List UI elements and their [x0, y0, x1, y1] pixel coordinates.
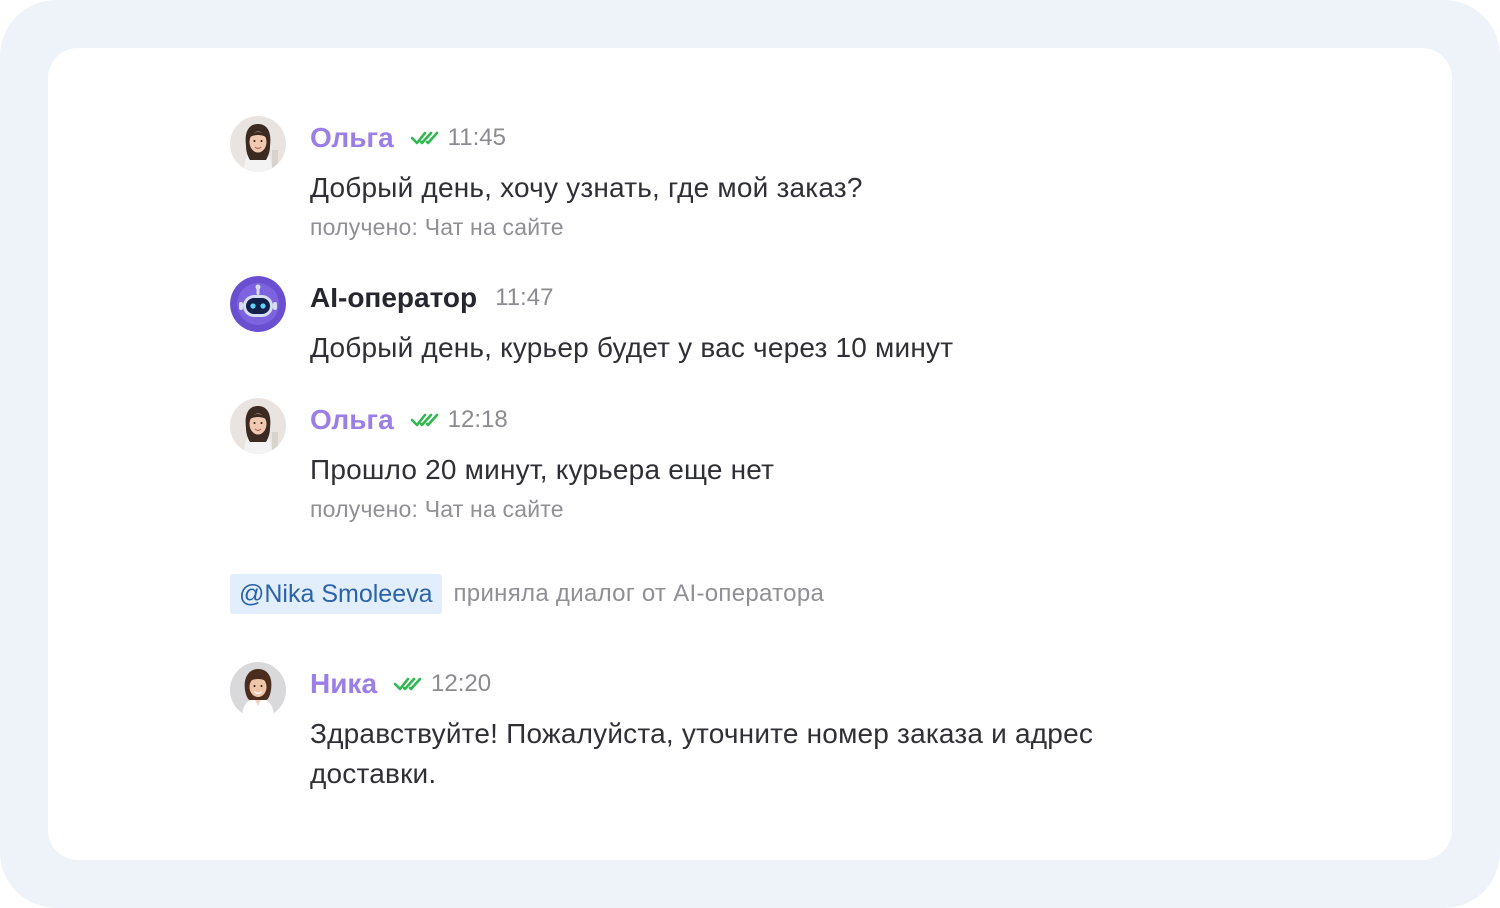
message-source: получено: Чат на сайте	[310, 214, 564, 240]
dialog-transfer-notice: @Nika Smoleeva приняла диалог от AI-опер…	[230, 574, 824, 614]
avatar-olga[interactable]	[230, 398, 286, 454]
system-event-text: приняла диалог от AI-оператора	[453, 580, 825, 607]
message-time: 11:47	[495, 284, 554, 311]
avatar-nika[interactable]	[230, 662, 286, 718]
double-check-icon	[410, 410, 440, 430]
author-name[interactable]: Ольга	[310, 122, 394, 154]
message-text: Добрый день, хочу узнать, где мой заказ?	[310, 172, 863, 203]
message-text: Здравствуйте! Пожалуйста, уточните номер…	[310, 718, 1094, 789]
author-name[interactable]: Ника	[310, 668, 377, 700]
user-mention[interactable]: @Nika Smoleeva	[230, 574, 442, 614]
message-time: 12:20	[431, 670, 492, 697]
double-check-icon	[410, 128, 440, 148]
message-time: 11:45	[447, 124, 506, 151]
double-check-icon	[393, 674, 423, 694]
app-background: Ольга 11:45 Добрый день, хочу узнать, гд…	[0, 0, 1500, 908]
message-text: Добрый день, курьер будет у вас через 10…	[310, 332, 954, 363]
message-source: получено: Чат на сайте	[310, 496, 564, 522]
author-name[interactable]: AI-оператор	[310, 282, 477, 314]
message-header: Ольга 12:18	[310, 398, 508, 442]
avatar-olga[interactable]	[230, 116, 286, 172]
message-header: AI-оператор 11:47	[310, 276, 553, 320]
message-header: Ника 12:20	[310, 662, 491, 706]
message-text: Прошло 20 минут, курьера еще нет	[310, 454, 775, 485]
ai-operator-avatar[interactable]	[230, 276, 286, 332]
message-time: 12:18	[447, 406, 508, 433]
author-name[interactable]: Ольга	[310, 404, 394, 436]
message-header: Ольга 11:45	[310, 116, 506, 160]
